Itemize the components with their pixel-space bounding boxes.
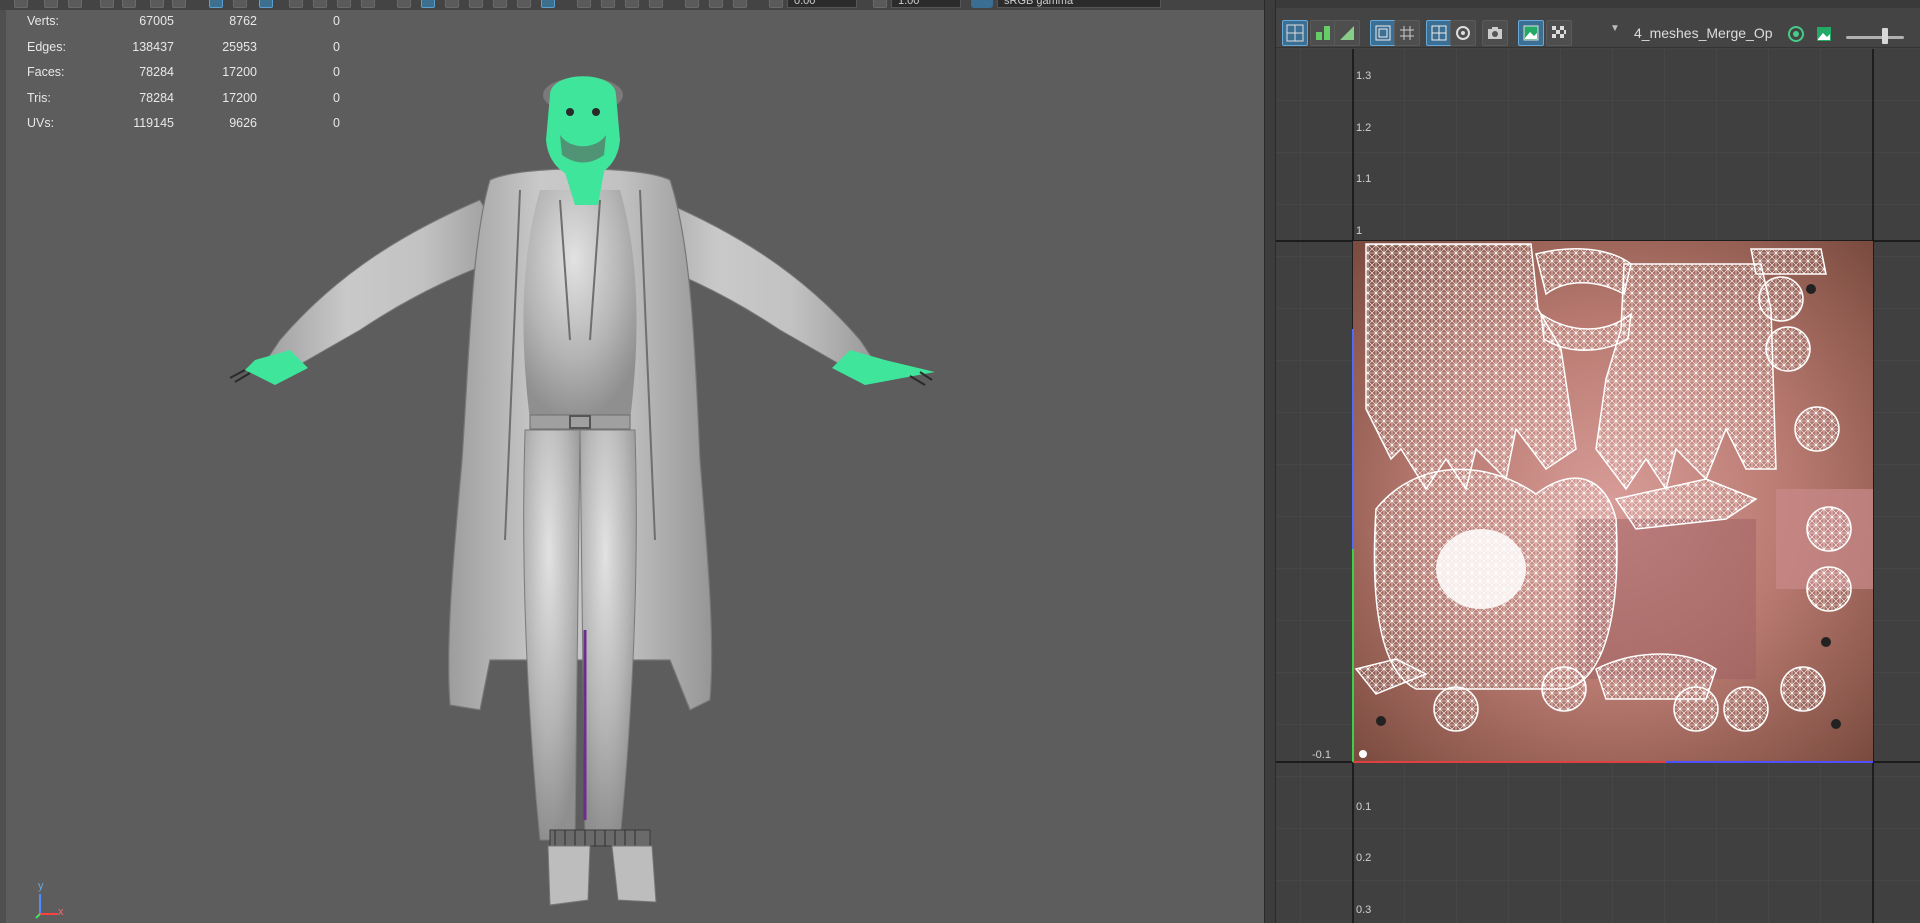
grid-toggle-icon[interactable] (209, 0, 223, 8)
character-model[interactable] (220, 40, 960, 920)
uv-distortion-icon[interactable] (1334, 20, 1360, 46)
uv-texture-view[interactable]: 1.3 1.2 1.1 1 -0.1 0.1 0.2 0.3 (1276, 49, 1920, 923)
color-wheel-icon[interactable] (1784, 22, 1806, 44)
3d-viewport[interactable]: Verts: 67005 8762 0 Edges: 138437 25953 … (0, 10, 1264, 923)
image-plane-icon[interactable] (150, 0, 164, 8)
xray-icon[interactable] (469, 0, 483, 8)
camera-attributes-icon[interactable] (100, 0, 114, 8)
snapshot-camera-icon[interactable] (1482, 20, 1508, 46)
display-image-icon[interactable] (1370, 20, 1396, 46)
uv-tick-label: 1 (1356, 225, 1363, 237)
hud-label: Faces: (27, 65, 65, 79)
hud-value: 67005 (139, 14, 174, 28)
uv-tick-label: 1.2 (1356, 122, 1372, 134)
select-tool-icon[interactable] (14, 0, 28, 8)
hud-label: Verts: (27, 14, 59, 28)
uv-editor-panel: ▼ 4_meshes_Merge_Opa 1.3 1.2 1.1 1 -0.1 … (1276, 0, 1920, 923)
motion-blur-icon[interactable] (601, 0, 615, 8)
wireframe-icon[interactable] (397, 0, 411, 8)
hud-value: 138437 (132, 39, 174, 54)
panel-divider[interactable] (1264, 0, 1276, 923)
chevron-down-icon[interactable]: ▼ (1610, 23, 1620, 34)
safe-action-icon[interactable] (337, 0, 351, 8)
uv-grid (1276, 49, 1920, 923)
gamma-icon[interactable] (873, 0, 887, 8)
right-hand-selection (832, 350, 935, 385)
safe-title-icon[interactable] (361, 0, 375, 8)
default-material-icon[interactable] (445, 0, 459, 8)
gate-mask-icon[interactable] (289, 0, 303, 8)
uv-tick-label: 0.1 (1356, 801, 1372, 813)
film-gate-icon[interactable] (233, 0, 247, 8)
exposure-field[interactable]: 0.00 (787, 0, 857, 8)
ambient-occlusion-icon[interactable] (577, 0, 591, 8)
hud-label: Edges: (27, 39, 66, 54)
textured-icon[interactable] (493, 0, 507, 8)
anti-aliasing-icon[interactable] (625, 0, 639, 8)
uv-tick-label: -0.1 (1312, 749, 1331, 761)
hud-value: 0 (333, 14, 340, 28)
xray-components-icon[interactable] (733, 0, 747, 8)
color-management-icon[interactable] (971, 0, 993, 8)
gamma-field[interactable]: 1.00 (891, 0, 961, 8)
hud-value: 78284 (139, 90, 174, 105)
xray-joints-icon[interactable] (709, 0, 723, 8)
exposure-icon[interactable] (769, 0, 783, 8)
paint-tool-icon[interactable] (68, 0, 82, 8)
snap-grid-icon[interactable] (1426, 20, 1452, 46)
hud-label: Tris: (27, 90, 51, 105)
axis-y-label: y (38, 880, 44, 892)
hud-value: 78284 (139, 65, 174, 79)
hud-value: 8762 (229, 14, 257, 28)
hud-label: UVs: (27, 116, 55, 130)
resolution-gate-icon[interactable] (259, 0, 273, 8)
image-display-icon[interactable] (1518, 20, 1544, 46)
viewport-border (0, 10, 6, 923)
head-selection (546, 76, 620, 178)
image-brightness-slider[interactable] (1846, 36, 1904, 39)
uv-tick-label: 0.2 (1356, 852, 1372, 864)
view-axis-gizmo: y x (34, 880, 74, 920)
checker-map-icon[interactable] (1546, 20, 1572, 46)
shaded-uv-icon[interactable] (1450, 20, 1476, 46)
texture-name-label[interactable]: 4_meshes_Merge_Opa (1634, 25, 1772, 41)
2d-pan-zoom-icon[interactable] (172, 0, 186, 8)
shadows-icon[interactable] (541, 0, 555, 8)
exposure-image-icon[interactable] (1812, 22, 1834, 44)
uv-tick-label: 1.1 (1356, 173, 1372, 185)
bookmark-icon[interactable] (122, 0, 136, 8)
isolate-select-icon[interactable] (685, 0, 699, 8)
viewport-toolbar: 0.00 1.00 sRGB gamma (0, 0, 1270, 10)
axis-x-label: x (58, 906, 64, 918)
uv-tick-label: 1.3 (1356, 70, 1372, 82)
lasso-tool-icon[interactable] (44, 0, 58, 8)
depth-of-field-icon[interactable] (649, 0, 663, 8)
color-space-field[interactable]: sRGB gamma (997, 0, 1161, 8)
field-chart-icon[interactable] (313, 0, 327, 8)
uv-editor-tabs (1276, 0, 1920, 8)
grid-display-icon[interactable] (1394, 20, 1420, 46)
smooth-shade-icon[interactable] (421, 0, 435, 8)
uv-shell-icon[interactable] (1310, 20, 1336, 46)
lighting-icon[interactable] (517, 0, 531, 8)
checker-tiles-icon[interactable] (1282, 20, 1308, 46)
slider-handle[interactable] (1882, 28, 1888, 44)
uv-tick-label: 0.3 (1356, 904, 1372, 916)
hud-value: 119145 (133, 116, 174, 130)
uv-editor-toolbar: ▼ 4_meshes_Merge_Opa (1276, 8, 1920, 48)
